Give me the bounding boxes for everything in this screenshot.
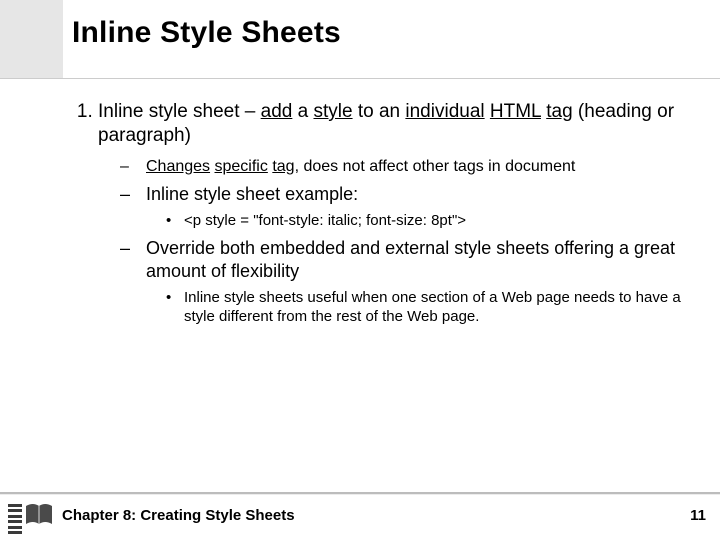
sub-item-2: Inline style sheet example: <p style = "… [120, 183, 682, 231]
sub-list: Changes specific tag, does not affect ot… [98, 157, 682, 327]
text-run: Inline style sheet example: [146, 184, 358, 204]
bullet-list: <p style = "font-style: italic; font-siz… [146, 211, 682, 231]
text-underline: Changes [146, 158, 210, 175]
text-run: Inline style sheet – [98, 101, 261, 122]
footer: Chapter 8: Creating Style Sheets 11 [0, 496, 720, 540]
text-run: , does not affect other tags in document [295, 158, 576, 175]
book-icon [24, 500, 54, 530]
title-accent-bar [0, 0, 63, 78]
slide-body: Inline style sheet – add a style to an i… [70, 100, 682, 327]
sub-item-3: Override both embedded and external styl… [120, 237, 682, 327]
slide: Inline Style Sheets Inline style sheet –… [0, 0, 720, 540]
text-run: Override both embedded and external styl… [146, 238, 675, 281]
publisher-logo [8, 500, 56, 536]
title-divider [0, 78, 720, 79]
text-underline: tag [546, 101, 572, 122]
bullet-item: Inline style sheets useful when one sect… [166, 288, 682, 327]
sub-item-1: Changes specific tag, does not affect ot… [120, 157, 682, 177]
text-underline: tag [272, 158, 294, 175]
list-item-1-text: Inline style sheet – add a style to an i… [98, 100, 682, 149]
logo-bars [8, 504, 22, 534]
text-underline: HTML [490, 101, 541, 122]
bullet-item: <p style = "font-style: italic; font-siz… [166, 211, 682, 231]
text-underline: add [261, 101, 293, 122]
text-underline: individual [405, 101, 484, 122]
bullet-list: Inline style sheets useful when one sect… [146, 288, 682, 327]
text-run: a [292, 101, 313, 122]
text-underline: specific [215, 158, 268, 175]
list-item-1: Inline style sheet – add a style to an i… [98, 100, 682, 327]
footer-divider [0, 492, 720, 494]
page-number: 11 [690, 507, 706, 524]
text-run: to an [353, 101, 406, 122]
footer-chapter: Chapter 8: Creating Style Sheets [62, 507, 295, 524]
slide-title: Inline Style Sheets [72, 16, 341, 50]
text-underline: style [313, 101, 352, 122]
main-list: Inline style sheet – add a style to an i… [70, 100, 682, 327]
